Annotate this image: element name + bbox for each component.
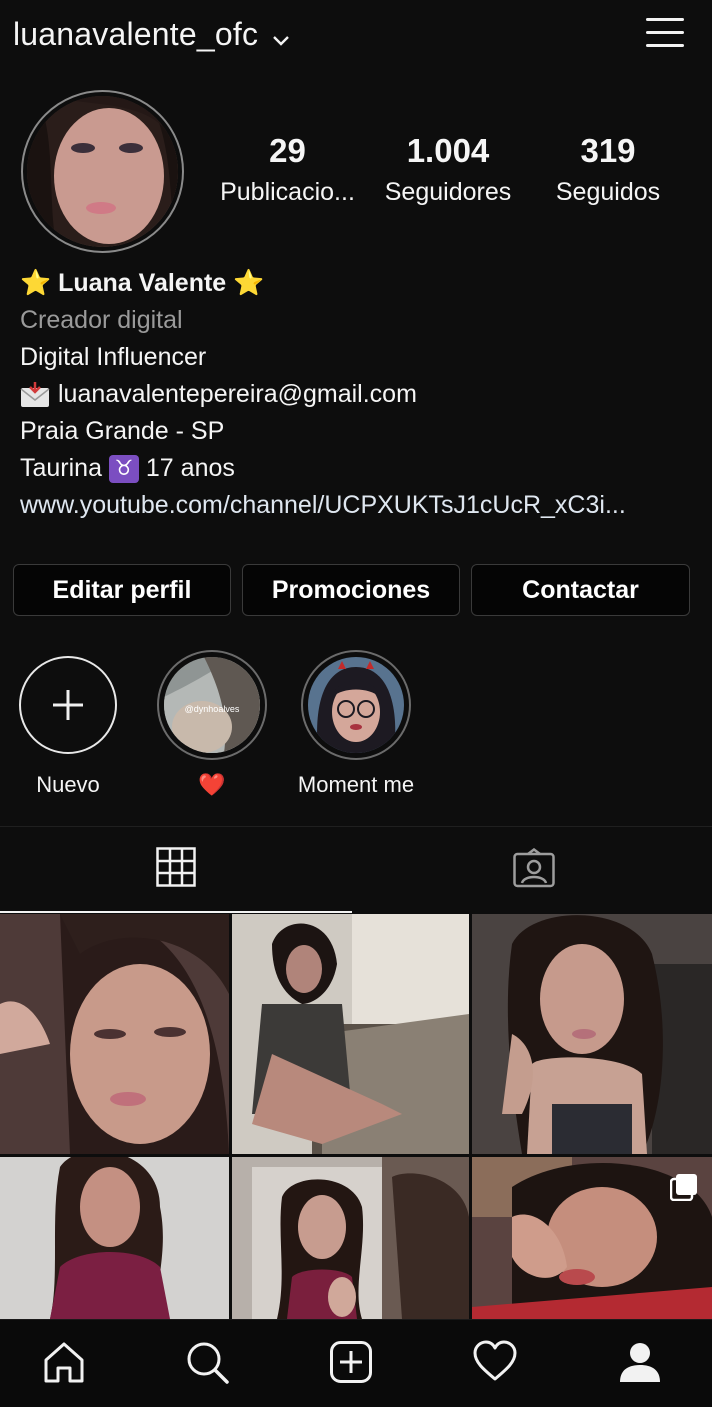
profile-stats: 29 Publicacio... 1.004 Seguidores 319 Se… <box>210 132 680 222</box>
bio-link[interactable]: www.youtube.com/channel/UCPXUKTsJ1cUcR_x… <box>20 487 700 524</box>
age-text: 17 anos <box>145 454 235 482</box>
grid-icon <box>156 846 196 892</box>
following-label: Seguidos <box>555 178 661 206</box>
tagged-icon <box>512 847 555 893</box>
post-thumbnail[interactable] <box>0 914 229 1154</box>
heart-emoji-caption: ❤️ <box>198 772 226 797</box>
tab-tagged[interactable] <box>355 827 712 913</box>
activity-heart-icon[interactable] <box>471 1338 519 1386</box>
bio-location: Praia Grande - SP <box>20 417 225 445</box>
followers-count: 1.004 <box>406 132 490 169</box>
story-highlights: Nuevo @dynhoalves ❤️ Moment me <box>0 650 712 800</box>
post-thumbnail[interactable] <box>472 914 712 1154</box>
edit-profile-button[interactable]: Editar perfil <box>13 564 231 616</box>
account-switcher[interactable]: luanavalente_ofc <box>13 14 290 55</box>
post-thumbnail[interactable] <box>232 1157 469 1319</box>
highlight-ring: @dynhoalves <box>157 650 267 760</box>
display-name-line: ⭐ Luana Valente ⭐ <box>20 265 700 302</box>
profile-icon[interactable] <box>616 1338 664 1386</box>
top-bar: luanavalente_ofc <box>0 0 712 70</box>
profile-actions: Editar perfil Promociones Contactar <box>13 564 690 617</box>
posts-grid <box>0 914 712 1319</box>
hamburger-menu-icon[interactable] <box>646 16 684 48</box>
taurus-icon: ♉ <box>108 455 139 484</box>
profile-avatar[interactable] <box>21 90 184 253</box>
search-icon[interactable] <box>183 1338 231 1386</box>
posts-count: 29 <box>269 132 306 169</box>
following-stat[interactable]: 319 Seguidos <box>545 132 671 207</box>
promotions-button[interactable]: Promociones <box>242 564 460 616</box>
bio-email-line: luanavalentepereira@gmail.com <box>20 376 700 413</box>
bottom-navigation <box>0 1319 712 1407</box>
highlight-caption: Moment me <box>297 772 415 797</box>
contact-button[interactable]: Contactar <box>471 564 690 616</box>
highlight-ring <box>301 650 411 760</box>
post-thumbnail[interactable] <box>0 1157 229 1319</box>
followers-stat[interactable]: 1.004 Seguidores <box>373 132 523 207</box>
highlight-moment-me[interactable]: Moment me <box>286 650 426 798</box>
avatar-image <box>27 96 178 247</box>
highlight-heart[interactable]: @dynhoalves ❤️ <box>142 650 282 798</box>
following-count: 319 <box>580 132 636 169</box>
display-name: Luana Valente <box>58 269 227 297</box>
zodiac-text: Taurina <box>20 454 102 482</box>
posts-stat[interactable]: 29 Publicacio... <box>210 132 365 207</box>
bio-zodiac-line: Taurina ♉ 17 anos <box>20 450 700 487</box>
bio-email[interactable]: luanavalentepereira@gmail.com <box>58 380 417 408</box>
new-post-icon[interactable] <box>327 1338 375 1386</box>
mail-icon <box>20 382 50 408</box>
highlight-thumbnail <box>308 657 404 753</box>
profile-bio: ⭐ Luana Valente ⭐ Creador digital Digita… <box>20 265 700 524</box>
home-icon[interactable] <box>40 1338 88 1386</box>
post-thumbnail[interactable] <box>232 914 469 1154</box>
post-thumbnail[interactable] <box>472 1157 712 1319</box>
highlight-caption: Nuevo <box>36 772 100 797</box>
profile-category: Creador digital <box>20 306 183 334</box>
highlight-new[interactable]: Nuevo <box>0 650 138 798</box>
chevron-down-icon <box>272 18 290 55</box>
followers-label: Seguidores <box>384 178 512 206</box>
profile-tabs <box>0 826 712 913</box>
star-emoji-left: ⭐ <box>20 269 52 297</box>
star-emoji-right: ⭐ <box>233 269 265 297</box>
carousel-icon <box>669 1173 698 1202</box>
bio-line-1: Digital Influencer <box>20 343 207 371</box>
highlight-overlay-text: @dynhoalves <box>185 704 240 714</box>
plus-icon[interactable] <box>19 656 117 754</box>
highlight-thumbnail: @dynhoalves <box>164 657 260 753</box>
tab-grid[interactable] <box>0 827 352 913</box>
posts-label: Publicacio... <box>220 178 355 206</box>
username: luanavalente_ofc <box>13 16 259 52</box>
